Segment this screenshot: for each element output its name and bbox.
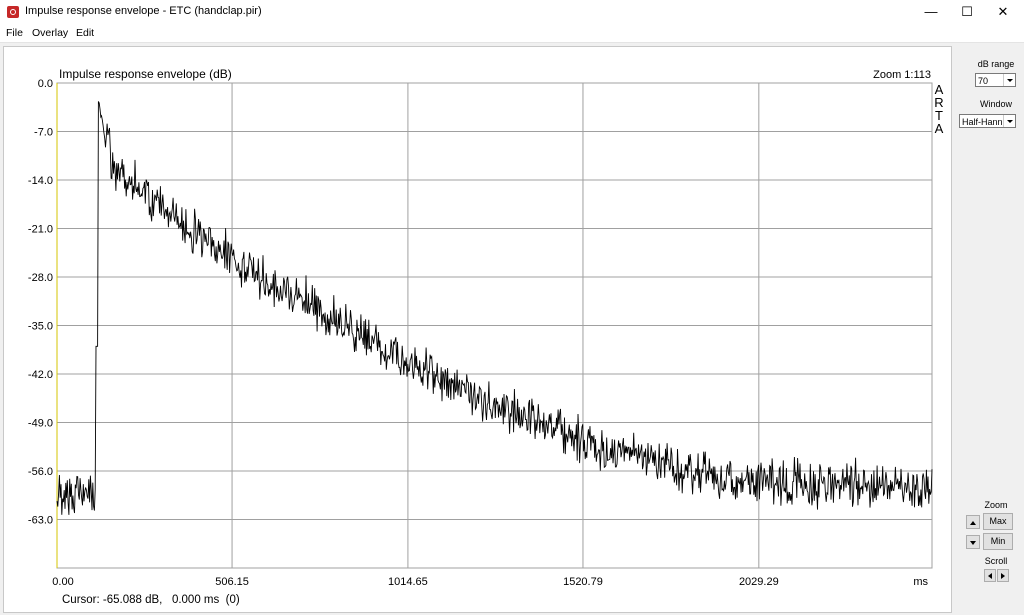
cursor-readout: Cursor: -65.088 dB, 0.000 ms (0) — [62, 594, 240, 606]
x-tick-label: 506.15 — [215, 576, 249, 588]
arta-watermark-letter: A — [935, 121, 944, 136]
arrow-left-icon — [988, 573, 992, 579]
zoom-out-button[interactable] — [966, 535, 980, 549]
x-tick-label: 2029.29 — [739, 576, 779, 588]
arrow-right-icon — [1001, 573, 1005, 579]
y-tick-label: 0.0 — [38, 78, 53, 90]
x-tick-label: 1520.79 — [563, 576, 603, 588]
arrow-down-icon — [970, 541, 976, 545]
y-tick-label: -35.0 — [28, 321, 53, 333]
etc-trace-line — [56, 101, 933, 515]
chevron-down-icon[interactable] — [1003, 74, 1015, 86]
window-value: Half-Hann — [962, 117, 1003, 127]
y-tick-label: -7.0 — [34, 127, 53, 139]
y-tick-label: -49.0 — [28, 418, 53, 430]
db-range-value: 70 — [978, 76, 989, 86]
db-range-select[interactable]: 70 — [975, 73, 1016, 87]
db-range-label: dB range — [977, 59, 1015, 69]
y-tick-label: -28.0 — [28, 272, 53, 284]
scroll-left-button[interactable] — [984, 569, 996, 582]
y-tick-label: -63.0 — [28, 515, 53, 527]
zoom-max-button[interactable]: Max — [983, 513, 1013, 530]
scroll-label: Scroll — [984, 556, 1008, 566]
window-select[interactable]: Half-Hann — [959, 114, 1016, 128]
chevron-down-icon[interactable] — [1003, 115, 1015, 127]
y-tick-label: -56.0 — [28, 466, 53, 478]
chart-title: Impulse response envelope (dB) — [59, 67, 232, 81]
zoom-in-button[interactable] — [966, 515, 980, 529]
x-tick-label: 0.00 — [52, 576, 73, 588]
zoom-readout: Zoom 1:113 — [873, 69, 931, 81]
window-label: Window — [979, 99, 1012, 109]
y-tick-label: -14.0 — [28, 175, 53, 187]
etc-chart[interactable]: 0.0 -7.0 -14.0 -21.0 -28.0 -35.0 -42.0 -49.0 -56… — [0, 0, 1024, 615]
y-tick-label: -42.0 — [28, 369, 53, 381]
x-axis-unit: ms — [913, 576, 928, 588]
scroll-right-button[interactable] — [997, 569, 1009, 582]
zoom-min-button[interactable]: Min — [983, 533, 1013, 550]
y-tick-label: -21.0 — [28, 224, 53, 236]
zoom-label: Zoom — [984, 500, 1008, 510]
x-tick-label: 1014.65 — [388, 576, 428, 588]
arrow-up-icon — [970, 521, 976, 525]
